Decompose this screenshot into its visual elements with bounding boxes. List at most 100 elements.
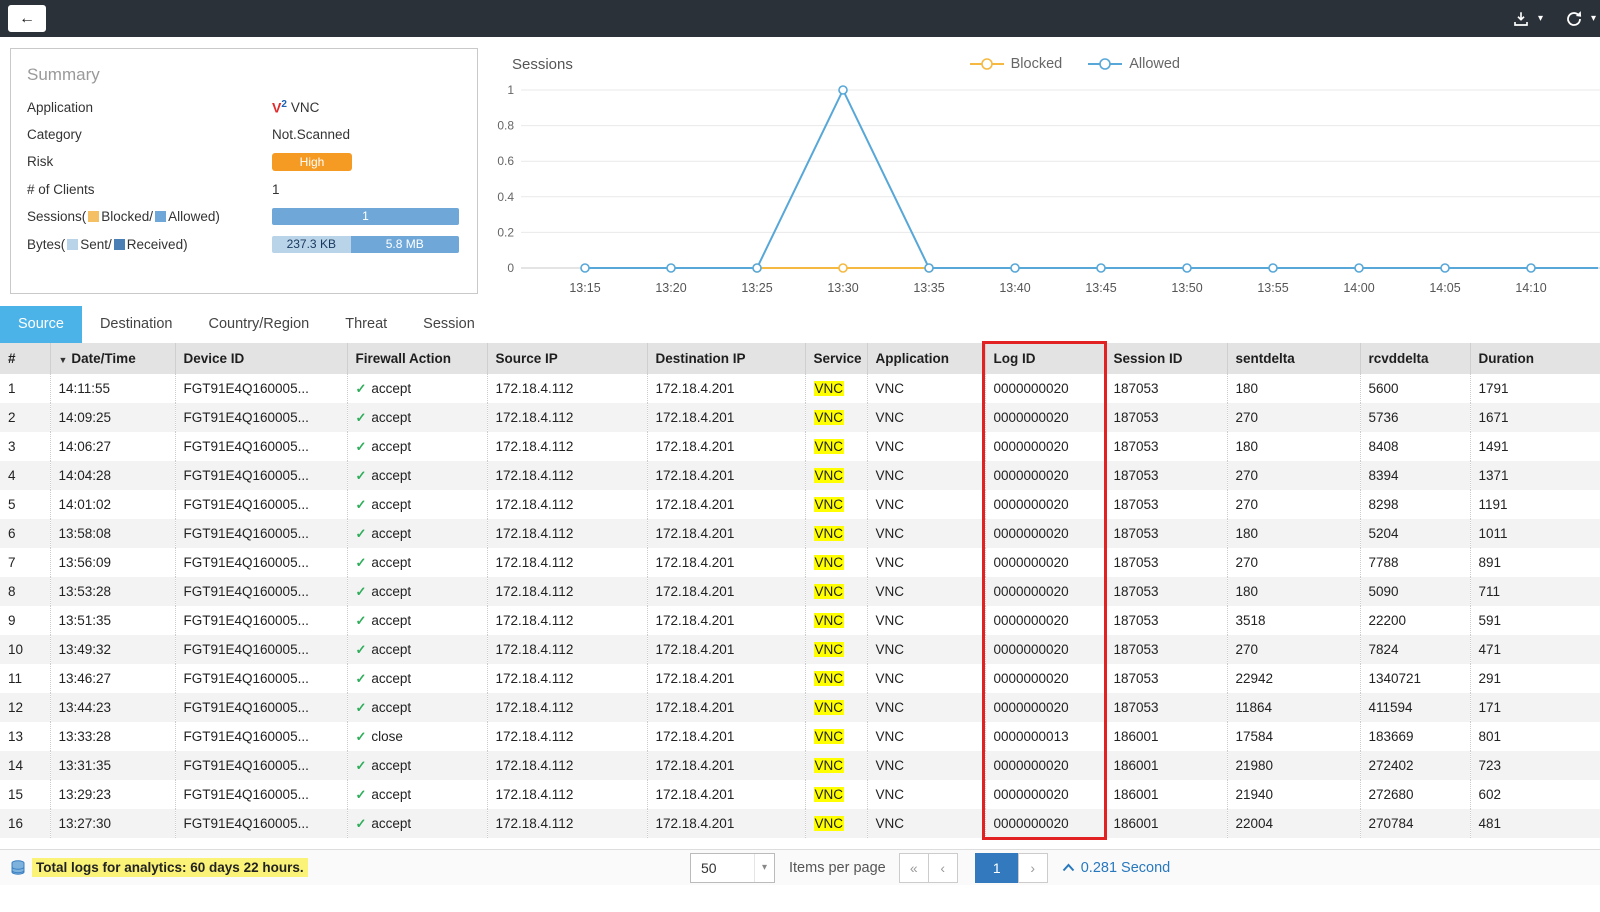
refresh-icon[interactable] <box>1563 8 1585 30</box>
cell-log_id: 0000000020 <box>985 635 1105 664</box>
cell-datetime: 13:53:28 <box>50 577 175 606</box>
cell-sentdelta: 180 <box>1227 374 1360 403</box>
svg-text:13:50: 13:50 <box>1171 281 1202 295</box>
column-header-rcvddelta[interactable]: rcvddelta <box>1360 343 1470 374</box>
column-header-application[interactable]: Application <box>867 343 985 374</box>
cell-service: VNC <box>805 722 867 751</box>
risk-badge: High <box>272 153 352 171</box>
download-icon[interactable] <box>1510 8 1532 30</box>
cell-service: VNC <box>805 490 867 519</box>
back-button[interactable]: ← <box>8 5 46 32</box>
items-per-page-select[interactable]: 50 ▾ <box>690 853 775 883</box>
cell-application: VNC <box>867 664 985 693</box>
service-highlight: VNC <box>814 700 845 715</box>
cell-service: VNC <box>805 432 867 461</box>
column-header-session_id[interactable]: Session ID <box>1105 343 1227 374</box>
service-highlight: VNC <box>814 555 845 570</box>
table-row[interactable]: 1313:33:28FGT91E4Q160005...✓close172.18.… <box>0 722 1600 751</box>
column-header-num[interactable]: # <box>0 343 50 374</box>
elapsed-time[interactable]: 0.281 Second <box>1062 860 1171 876</box>
cell-sentdelta: 270 <box>1227 635 1360 664</box>
svg-text:0.6: 0.6 <box>497 154 514 168</box>
table-row[interactable]: 1613:27:30FGT91E4Q160005...✓accept172.18… <box>0 809 1600 838</box>
cell-action: ✓accept <box>347 751 487 780</box>
cell-device: FGT91E4Q160005... <box>175 635 347 664</box>
legend-blocked[interactable]: Blocked <box>970 56 1063 72</box>
table-row[interactable]: 514:01:02FGT91E4Q160005...✓accept172.18.… <box>0 490 1600 519</box>
cell-rcvddelta: 5090 <box>1360 577 1470 606</box>
cell-session_id: 187053 <box>1105 606 1227 635</box>
cell-sentdelta: 21940 <box>1227 780 1360 809</box>
table-row[interactable]: 1113:46:27FGT91E4Q160005...✓accept172.18… <box>0 664 1600 693</box>
cell-num: 14 <box>0 751 50 780</box>
cell-device: FGT91E4Q160005... <box>175 664 347 693</box>
column-header-service[interactable]: Service <box>805 343 867 374</box>
download-caret-icon[interactable]: ▾ <box>1538 13 1543 24</box>
cell-device: FGT91E4Q160005... <box>175 606 347 635</box>
cell-sentdelta: 180 <box>1227 519 1360 548</box>
table-row[interactable]: 314:06:27FGT91E4Q160005...✓accept172.18.… <box>0 432 1600 461</box>
bytes-received-value: 5.8 MB <box>351 236 459 253</box>
column-header-duration[interactable]: Duration <box>1470 343 1600 374</box>
tab-destination[interactable]: Destination <box>82 306 191 343</box>
table-row[interactable]: 813:53:28FGT91E4Q160005...✓accept172.18.… <box>0 577 1600 606</box>
tab-source[interactable]: Source <box>0 306 82 343</box>
cell-rcvddelta: 272680 <box>1360 780 1470 809</box>
tab-threat[interactable]: Threat <box>327 306 405 343</box>
svg-text:0: 0 <box>507 261 514 275</box>
summary-panel: Summary Application V2 VNC Category Not.… <box>10 48 478 294</box>
column-header-log_id[interactable]: Log ID <box>985 343 1105 374</box>
footer-controls: 50 ▾ Items per page « ‹ 1 › 0.281 Second <box>690 853 1170 883</box>
table-row[interactable]: 114:11:55FGT91E4Q160005...✓accept172.18.… <box>0 374 1600 403</box>
cell-sentdelta: 21980 <box>1227 751 1360 780</box>
prev-page-button[interactable]: ‹ <box>928 853 958 883</box>
column-header-action[interactable]: Firewall Action <box>347 343 487 374</box>
cell-session_id: 187053 <box>1105 548 1227 577</box>
cell-rcvddelta: 1340721 <box>1360 664 1470 693</box>
legend-allowed[interactable]: Allowed <box>1088 56 1180 72</box>
table-row[interactable]: 414:04:28FGT91E4Q160005...✓accept172.18.… <box>0 461 1600 490</box>
table-row[interactable]: 613:58:08FGT91E4Q160005...✓accept172.18.… <box>0 519 1600 548</box>
table-row[interactable]: 1513:29:23FGT91E4Q160005...✓accept172.18… <box>0 780 1600 809</box>
column-header-source_ip[interactable]: Source IP <box>487 343 647 374</box>
cell-dest_ip: 172.18.4.201 <box>647 664 805 693</box>
column-header-dest_ip[interactable]: Destination IP <box>647 343 805 374</box>
check-icon: ✓ <box>356 410 367 425</box>
cell-num: 11 <box>0 664 50 693</box>
table-row[interactable]: 214:09:25FGT91E4Q160005...✓accept172.18.… <box>0 403 1600 432</box>
cell-dest_ip: 172.18.4.201 <box>647 461 805 490</box>
cell-log_id: 0000000013 <box>985 722 1105 751</box>
table-row[interactable]: 1213:44:23FGT91E4Q160005...✓accept172.18… <box>0 693 1600 722</box>
tab-country-region[interactable]: Country/Region <box>191 306 328 343</box>
table-row[interactable]: 713:56:09FGT91E4Q160005...✓accept172.18.… <box>0 548 1600 577</box>
tab-session[interactable]: Session <box>405 306 493 343</box>
cell-device: FGT91E4Q160005... <box>175 577 347 606</box>
cell-application: VNC <box>867 548 985 577</box>
more-caret-icon[interactable]: ▾ <box>1591 13 1596 24</box>
cell-dest_ip: 172.18.4.201 <box>647 519 805 548</box>
cell-service: VNC <box>805 577 867 606</box>
cell-service: VNC <box>805 751 867 780</box>
column-header-device[interactable]: Device ID <box>175 343 347 374</box>
cell-datetime: 13:27:30 <box>50 809 175 838</box>
service-highlight: VNC <box>814 758 845 773</box>
table-row[interactable]: 1013:49:32FGT91E4Q160005...✓accept172.18… <box>0 635 1600 664</box>
cell-service: VNC <box>805 461 867 490</box>
column-header-datetime[interactable]: ▼Date/Time <box>50 343 175 374</box>
first-page-button[interactable]: « <box>899 853 929 883</box>
table-row[interactable]: 1413:31:35FGT91E4Q160005...✓accept172.18… <box>0 751 1600 780</box>
cell-log_id: 0000000020 <box>985 519 1105 548</box>
column-header-sentdelta[interactable]: sentdelta <box>1227 343 1360 374</box>
cell-num: 6 <box>0 519 50 548</box>
cell-duration: 801 <box>1470 722 1600 751</box>
legend-label: Blocked <box>1011 56 1063 72</box>
next-page-button[interactable]: › <box>1018 853 1048 883</box>
cell-duration: 171 <box>1470 693 1600 722</box>
cell-source_ip: 172.18.4.112 <box>487 693 647 722</box>
table-row[interactable]: 913:51:35FGT91E4Q160005...✓accept172.18.… <box>0 606 1600 635</box>
current-page-button[interactable]: 1 <box>975 853 1019 883</box>
cell-duration: 1371 <box>1470 461 1600 490</box>
bytes-sent-value: 237.3 KB <box>272 236 351 253</box>
cell-sentdelta: 270 <box>1227 403 1360 432</box>
chevron-up-icon <box>1062 863 1075 872</box>
